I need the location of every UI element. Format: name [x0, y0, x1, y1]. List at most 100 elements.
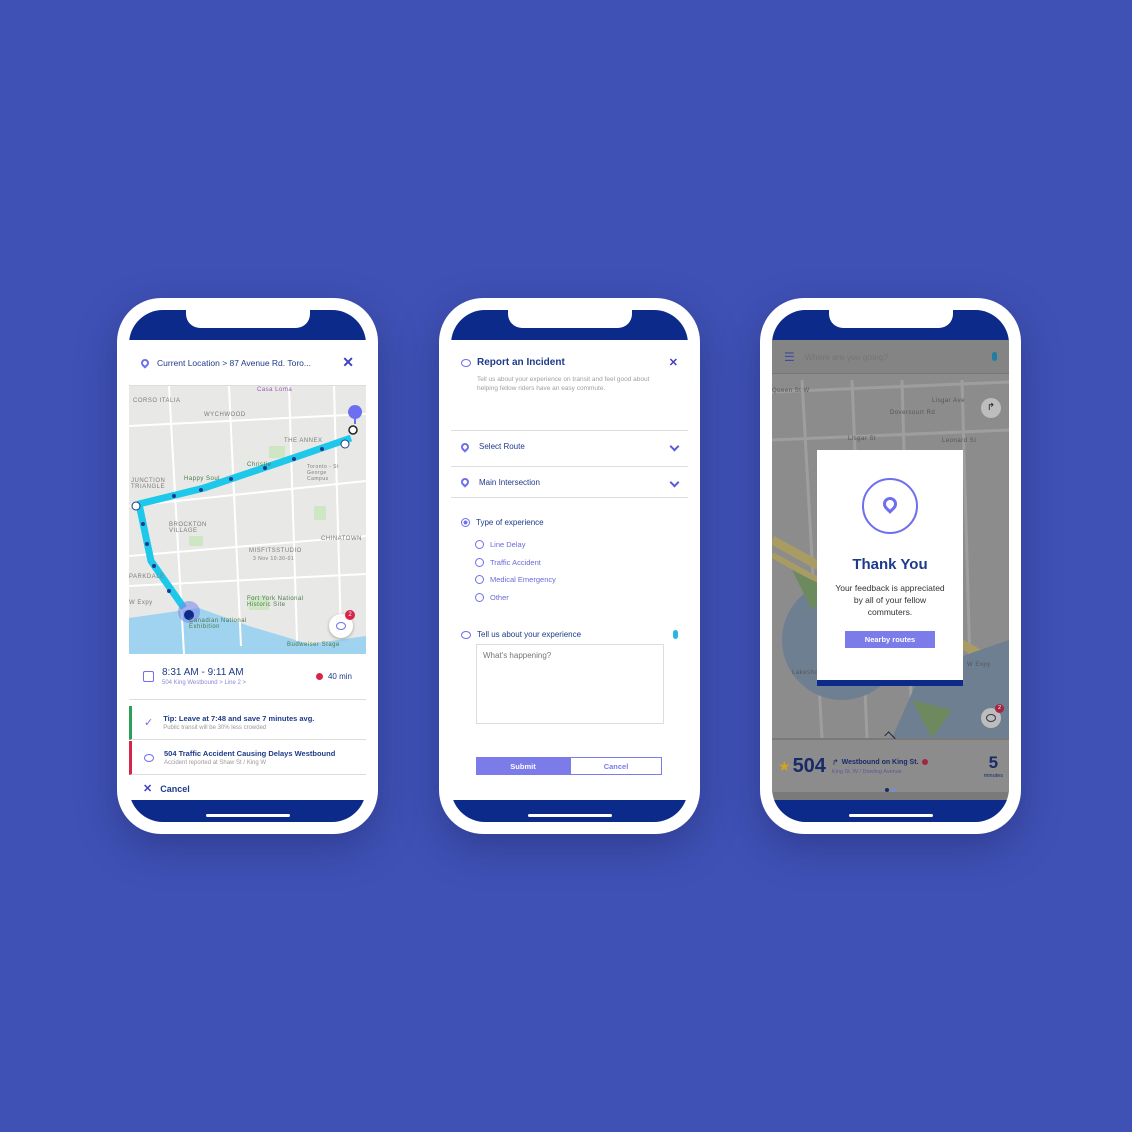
check-icon: ✓ [144, 717, 154, 729]
stop-text: King St. W / Dowling Avenue [831, 768, 902, 775]
radio-icon [475, 540, 484, 549]
main-intersection-label: Main Intersection [479, 477, 540, 487]
map-label: Leonard St [942, 438, 977, 444]
chat-bubble-icon [986, 714, 996, 722]
map-label: BROCKTON VILLAGE [169, 522, 207, 534]
location-pin-icon [459, 476, 471, 488]
route-map[interactable]: CORSO ITALIA Casa Loma WYCHWOOD THE ANNE… [129, 386, 366, 654]
page-dot[interactable] [892, 788, 896, 792]
close-icon[interactable]: ✕ [669, 356, 678, 369]
map-label: Budweiser Stage [287, 642, 340, 648]
report-header: Report an Incident ✕ Tell us about your … [461, 356, 678, 393]
chat-button[interactable]: 2 [329, 610, 355, 638]
option-line-delay[interactable]: Line Delay [475, 540, 525, 549]
map-label: Fort York National Historic Site [247, 596, 304, 608]
phone-route-planner: Current Location > 87 Avenue Rd. Toro...… [117, 298, 378, 834]
page-dot[interactable] [885, 788, 889, 792]
map-label: Canadian National Exhibition [189, 618, 247, 630]
map-label: Happy Soul [184, 476, 221, 482]
map-label: W Expy [967, 662, 991, 668]
minutes-value: 5 [988, 753, 999, 772]
search-input[interactable] [804, 351, 992, 362]
map-label: Casa Loma [257, 387, 293, 393]
map-label: Christie [247, 462, 272, 468]
alert-icon [921, 759, 928, 765]
tip-subtitle: Public transit will be 30% less crowded [163, 725, 267, 731]
directions-button[interactable]: ↱ [981, 398, 1001, 418]
chat-bubble-icon [461, 630, 471, 639]
modal-message: Your feedback is appreciated by all of y… [835, 583, 945, 617]
chat-button[interactable]: 2 [981, 704, 1004, 728]
bottom-bar [772, 800, 1009, 822]
close-icon[interactable]: ✕ [342, 354, 354, 371]
location-text: Current Location > 87 Avenue Rd. Toro... [157, 357, 311, 368]
map-label: Lisgar St [848, 436, 877, 442]
select-route-dropdown[interactable]: Select Route [451, 430, 688, 462]
search-bar[interactable]: ☰ [772, 340, 1009, 374]
chat-bubble-icon [144, 753, 154, 762]
main-intersection-dropdown[interactable]: Main Intersection [451, 466, 688, 498]
bottom-bar [129, 800, 366, 822]
map-label: JUNCTION TRIANGLE [131, 478, 166, 490]
home-indicator[interactable] [848, 814, 933, 817]
phone-thank-you: Queen St W Lisgar St Dovercourt Rd Lisga… [760, 298, 1021, 834]
radio-selected-icon [461, 518, 470, 527]
route-number: 504 [792, 754, 826, 777]
menu-icon[interactable]: ☰ [784, 350, 795, 364]
trip-summary[interactable]: 8:31 AM - 9:11 AM 504 King Westbound > L… [129, 654, 366, 700]
incident-title: 504 Traffic Accident Causing Delays West… [164, 749, 336, 758]
tip-row[interactable]: ✓ Tip: Leave at 7:48 and save 7 minutes … [129, 706, 366, 740]
phone-report-incident: Report an Incident ✕ Tell us about your … [439, 298, 700, 834]
next-arrival-card[interactable]: ★ 504 ↱ Westbound on King St. King St. W… [772, 740, 1009, 792]
report-title: Report an Incident [477, 357, 565, 368]
chat-bubble-icon [336, 622, 346, 630]
microphone-icon[interactable] [992, 352, 997, 361]
option-label: Traffic Accident [490, 558, 541, 567]
notch [828, 310, 953, 328]
star-icon[interactable]: ★ [778, 758, 791, 775]
location-pin-icon [459, 440, 471, 453]
trip-duration: 40 min [327, 672, 352, 681]
radio-icon [475, 558, 484, 567]
nearby-routes-button[interactable]: Nearby routes [845, 630, 935, 648]
screen: Current Location > 87 Avenue Rd. Toro...… [129, 310, 366, 822]
type-of-experience[interactable]: Type of experience [461, 518, 544, 527]
map-label: W Expy [129, 600, 153, 606]
type-label: Type of experience [476, 518, 544, 527]
cancel-row[interactable]: ✕ Cancel [143, 782, 190, 795]
option-label: Line Delay [490, 540, 526, 549]
chevron-down-icon [669, 441, 680, 452]
option-traffic-accident[interactable]: Traffic Accident [475, 558, 541, 567]
experience-textarea[interactable] [476, 644, 664, 724]
option-medical-emergency[interactable]: Medical Emergency [475, 575, 556, 584]
map-graphic [129, 386, 366, 654]
transit-icon [143, 671, 154, 682]
chat-badge: 2 [345, 610, 355, 620]
home-indicator[interactable] [527, 814, 612, 817]
microphone-icon[interactable] [673, 630, 678, 639]
direction-text: Westbound on King St. [841, 758, 919, 766]
cancel-button[interactable]: Cancel [570, 757, 662, 775]
chat-bubble-icon [461, 358, 471, 367]
chevron-down-icon [669, 477, 680, 487]
map-label: 3 Nov 10:30-01 [253, 556, 295, 562]
map-label: WYCHWOOD [204, 412, 246, 418]
location-pin-icon [862, 478, 918, 534]
location-header[interactable]: Current Location > 87 Avenue Rd. Toro...… [129, 340, 366, 386]
map-label: Toronto - St George Campus [307, 464, 339, 482]
alert-icon [315, 673, 323, 680]
map-label: PARKDALE [129, 574, 165, 580]
home-indicator[interactable] [205, 814, 290, 817]
submit-button[interactable]: Submit [476, 757, 570, 775]
notch [185, 310, 310, 328]
tip-title: Tip: Leave at 7:48 and save 7 minutes av… [163, 714, 315, 723]
pin-shape [880, 494, 900, 514]
option-label: Other [490, 593, 509, 602]
select-route-label: Select Route [479, 442, 525, 451]
option-other[interactable]: Other [475, 593, 509, 602]
tell-experience-header: Tell us about your experience [461, 630, 678, 639]
incident-row[interactable]: 504 Traffic Accident Causing Delays West… [129, 741, 366, 775]
report-description: Tell us about your experience on transit… [477, 376, 650, 393]
screen: Queen St W Lisgar St Dovercourt Rd Lisga… [772, 310, 1009, 822]
page-dots [885, 788, 896, 792]
